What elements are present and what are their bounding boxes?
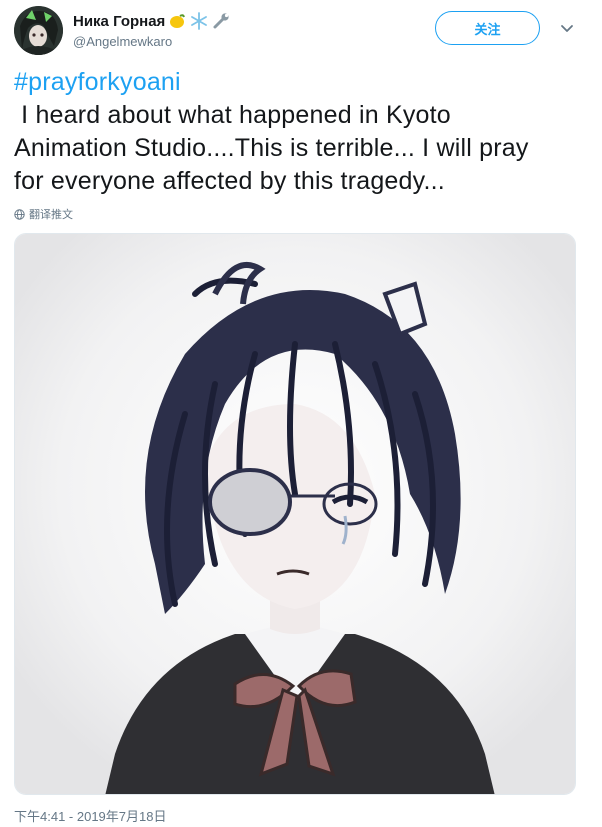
translate-link[interactable]: 翻译推文 — [14, 206, 73, 222]
tweet-header: Ника Горная @Angelmewkaro 关注 — [14, 6, 588, 58]
tweet-text: #prayforkyoani I heard about what happen… — [14, 66, 580, 198]
tweet-timestamp[interactable]: 下午4:41 - 2019年7月18日 — [14, 806, 166, 825]
translate-label: 翻译推文 — [29, 209, 73, 221]
name-row: Ника Горная — [73, 11, 231, 31]
anime-girl-sketch-icon — [15, 234, 575, 794]
globe-icon — [14, 208, 25, 220]
tweet-text-line: I heard about what happened in Kyoto — [14, 101, 451, 129]
tweet-image[interactable] — [14, 233, 576, 795]
tweet-text-line: Animation Studio....This is terrible... … — [14, 134, 529, 162]
user-avatar[interactable] — [14, 6, 63, 55]
display-name[interactable]: Ника Горная — [73, 13, 165, 30]
tweet-text-line: for everyone affected by this tragedy... — [14, 167, 445, 195]
chevron-down-icon[interactable] — [557, 18, 577, 38]
wrench-emoji — [211, 12, 231, 30]
snowflake-emoji — [189, 12, 209, 30]
hashtag-link[interactable]: #prayforkyoani — [14, 66, 580, 99]
user-handle[interactable]: @Angelmewkaro — [73, 34, 172, 49]
lemon-emoji — [167, 12, 187, 30]
follow-button[interactable]: 关注 — [435, 11, 540, 45]
